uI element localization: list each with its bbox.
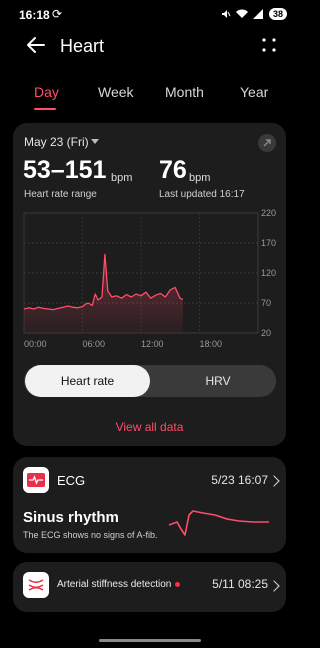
last-heart-rate-unit: bpm: [189, 172, 211, 184]
last-heart-rate-value: 76: [159, 156, 187, 184]
tab-day[interactable]: Day: [34, 84, 59, 100]
ecg-timestamp: 5/23 16:07: [211, 473, 268, 487]
y-tick-label: 220: [261, 208, 276, 218]
last-updated-label: Last updated 16:17: [159, 189, 245, 200]
page-title: Heart: [60, 36, 105, 56]
arterial-stiffness-title: Arterial stiffness detection: [57, 579, 172, 590]
app-bar: Heart: [0, 30, 299, 64]
gesture-navigation-bar[interactable]: [99, 639, 201, 642]
y-tick-label: 120: [261, 268, 276, 278]
sync-icon: ⟳: [52, 7, 63, 21]
x-tick-label: 00:00: [24, 339, 47, 349]
arterial-stiffness-timestamp: 5/11 08:25: [212, 577, 268, 591]
x-tick-label: 06:00: [83, 339, 106, 349]
arterial-stiffness-icon: [23, 572, 49, 598]
metric-toggle: Heart rate HRV: [24, 365, 276, 397]
chevron-right-icon: [268, 475, 280, 487]
chevron-right-icon: [268, 580, 280, 592]
signal-icon: [252, 9, 263, 19]
tab-month[interactable]: Month: [165, 84, 204, 100]
battery-indicator: 38: [268, 8, 287, 20]
more-options-icon[interactable]: [261, 37, 277, 53]
arterial-stiffness-card[interactable]: Arterial stiffness detection 5/11 08:25: [13, 562, 286, 612]
hrv-toggle[interactable]: HRV: [160, 365, 276, 397]
wifi-icon: [235, 9, 248, 18]
heart-rate-range-unit: bpm: [111, 172, 133, 184]
ecg-icon: [23, 467, 49, 493]
view-all-data-link[interactable]: View all data: [13, 420, 286, 434]
heart-rate-chart[interactable]: 20 70 120 170 220 00:00 06:00 12:00 18:00: [13, 205, 286, 355]
date-selector[interactable]: May 23 (Fri): [24, 135, 89, 149]
ecg-description: The ECG shows no signs of A-fib.: [23, 530, 158, 540]
y-tick-label: 70: [261, 298, 271, 308]
ecg-result: Sinus rhythm: [23, 509, 119, 526]
tab-year[interactable]: Year: [240, 84, 268, 100]
back-arrow-icon[interactable]: [24, 34, 46, 56]
status-time: 16:18: [19, 8, 50, 22]
status-icons: 38: [221, 8, 287, 20]
x-tick-label: 18:00: [200, 339, 223, 349]
expand-icon[interactable]: [258, 134, 276, 152]
heart-rate-toggle[interactable]: Heart rate: [25, 365, 150, 397]
period-tabs: Day Week Month Year: [0, 80, 299, 110]
ecg-title: ECG: [57, 473, 86, 488]
ecg-card[interactable]: ECG 5/23 16:07 Sinus rhythm The ECG show…: [13, 457, 286, 553]
tab-week[interactable]: Week: [98, 84, 134, 100]
x-tick-label: 12:00: [141, 339, 164, 349]
mute-icon: [221, 10, 231, 18]
heart-rate-range-label: Heart rate range: [24, 189, 97, 200]
notification-dot: [175, 582, 180, 587]
y-tick-label: 170: [261, 238, 276, 248]
chevron-down-icon[interactable]: [91, 139, 99, 144]
heart-rate-card: May 23 (Fri) 53–151 bpm Heart rate range…: [13, 123, 286, 446]
status-bar: 16:18 ⟳ 38: [0, 0, 299, 30]
active-tab-indicator: [34, 108, 56, 110]
y-tick-label: 20: [261, 328, 271, 338]
ecg-waveform: [168, 510, 269, 536]
heart-rate-range-value: 53–151: [23, 156, 107, 184]
